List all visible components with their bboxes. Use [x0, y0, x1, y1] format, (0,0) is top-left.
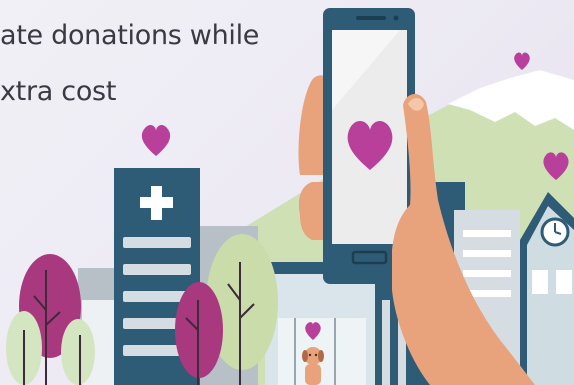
- caption-line-1: ate donations while: [0, 20, 260, 51]
- tree-light-left2: [61, 319, 95, 385]
- clock-icon: [540, 217, 570, 247]
- illustration: [6, 8, 574, 385]
- heart-icon: [141, 124, 171, 156]
- heart-icon: [514, 52, 530, 70]
- tree-light-left: [6, 311, 42, 385]
- caption-line-2: xtra cost: [0, 76, 117, 107]
